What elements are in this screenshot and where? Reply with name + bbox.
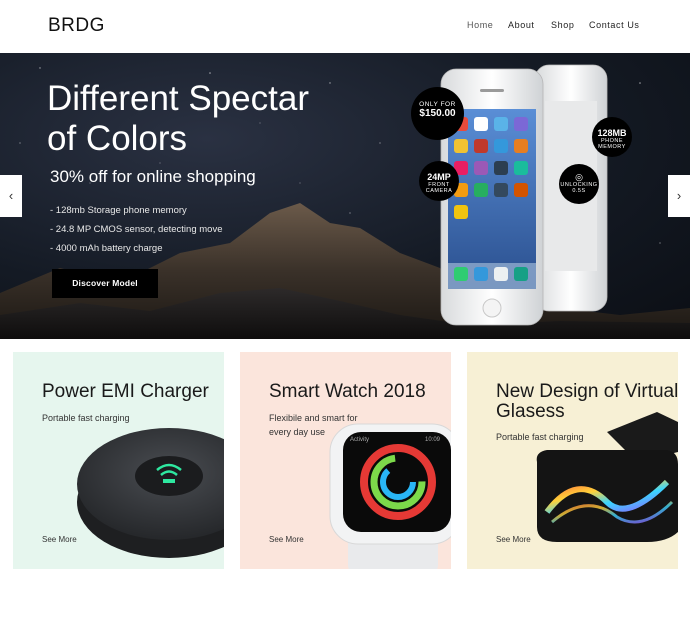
svg-text:Activity: Activity [350,437,369,443]
hero-title: Different Spectar of Colors [47,79,309,158]
fingerprint-icon: ◎ [575,172,583,182]
hero-subtitle: 30% off for online shopping [50,167,256,186]
site-header: BRDG Home About Shop Contact Us [0,0,690,53]
see-more-link[interactable]: See More [496,535,531,544]
see-more-link[interactable]: See More [42,535,77,544]
product-card-vr[interactable]: New Design of Virtual Glasess Portable f… [467,352,678,569]
site-logo[interactable]: BRDG [48,15,105,37]
feature-item: - 128mb Storage phone memory [50,205,187,216]
nav-shop[interactable]: Shop [551,20,574,30]
nav-home[interactable]: Home [467,20,493,30]
discover-model-button[interactable]: Discover Model [52,269,158,298]
see-more-link[interactable]: See More [269,535,304,544]
camera-badge: 24MP FRONT CAMERA [419,161,459,201]
hero-slider: Different Spectar of Colors 30% off for … [0,53,690,339]
unlock-badge: ◎ UNLOCKING 0.5S [559,164,599,204]
product-card-charger[interactable]: Power EMI Charger Portable fast charging… [13,352,224,569]
svg-text:10:09: 10:09 [425,437,441,443]
slider-next-button[interactable]: › [668,175,690,217]
nav-contact-us[interactable]: Contact Us [589,20,640,30]
price-badge: ONLY FOR $150.00 [411,87,464,140]
memory-badge: 128MB PHONE MEMORY [592,117,632,157]
feature-item: - 4000 mAh battery charge [50,243,163,254]
feature-item: - 24.8 MP CMOS sensor, detecting move [50,224,223,235]
product-card-smartwatch[interactable]: Smart Watch 2018 Flexibile and smart for… [240,352,451,569]
slider-prev-button[interactable]: ‹ [0,175,22,217]
nav-about[interactable]: About [508,20,535,30]
hero-feature-list: - 128mb Storage phone memory - 24.8 MP C… [50,201,222,258]
